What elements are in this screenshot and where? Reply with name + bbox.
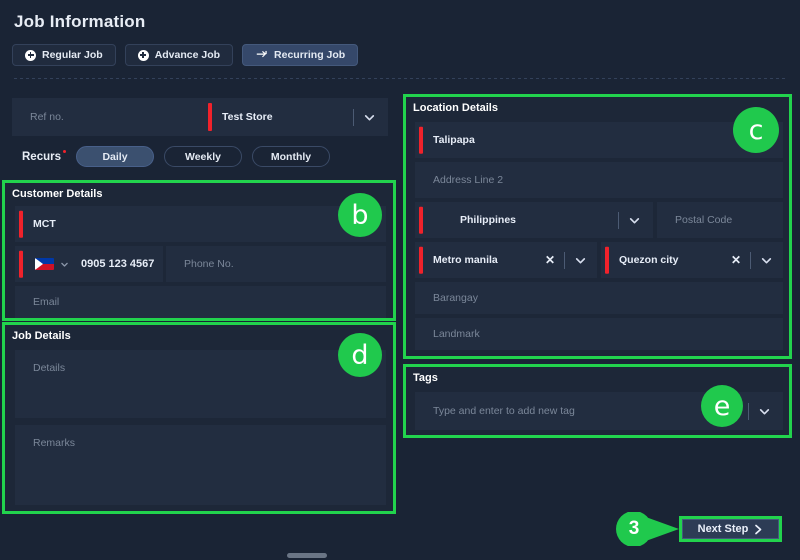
recurs-label: Recurs — [22, 149, 66, 163]
required-indicator — [19, 210, 23, 238]
ref-no-placeholder: Ref no. — [30, 111, 64, 123]
horizontal-scrollbar[interactable] — [287, 553, 327, 558]
country-select[interactable]: Philippines — [415, 202, 653, 238]
tags-panel: Tags Type and enter to add new tag e — [403, 364, 792, 438]
divider — [748, 402, 749, 420]
recurring-job-button[interactable]: Recurring Job — [242, 44, 359, 66]
barangay-placeholder: Barangay — [433, 292, 478, 304]
landmark-input[interactable]: Landmark — [415, 318, 783, 350]
recurs-option-daily[interactable]: Daily — [76, 146, 154, 167]
job-remarks-placeholder: Remarks — [33, 437, 76, 449]
country-value: Philippines — [460, 214, 517, 226]
required-indicator — [605, 246, 609, 274]
phone-number-value: 0905 123 4567 — [81, 258, 155, 270]
job-details-textarea[interactable]: Details — [15, 350, 386, 418]
alternate-phone-placeholder: Phone No. — [184, 258, 234, 270]
address-line-1-input[interactable]: Talipapa — [415, 122, 783, 158]
philippines-flag-icon — [35, 258, 54, 270]
ref-no-input[interactable]: Ref no. — [12, 98, 204, 136]
header-divider — [14, 78, 786, 79]
divider — [618, 211, 619, 229]
address-line-1-value: Talipapa — [433, 134, 475, 146]
city-select[interactable]: Quezon city ✕ — [601, 242, 783, 278]
location-details-heading: Location Details — [413, 102, 498, 114]
close-x-icon[interactable]: ✕ — [545, 254, 555, 266]
job-type-button-group: Regular Job Advance Job Recurring Job — [12, 44, 359, 66]
recurs-row: Recurs Daily Weekly Monthly — [22, 146, 330, 167]
country-postal-row: Philippines Postal Code — [415, 202, 783, 238]
ref-store-row: Ref no. Test Store — [12, 98, 388, 136]
close-x-icon[interactable]: ✕ — [731, 254, 741, 266]
divider — [750, 251, 751, 269]
email-input[interactable]: Email — [15, 286, 386, 318]
plus-circle-icon — [137, 49, 149, 61]
chevron-down-icon[interactable] — [758, 405, 771, 418]
annotation-step-number: 3 — [628, 518, 640, 539]
advance-job-label: Advance Job — [154, 49, 221, 61]
alternate-phone-input[interactable]: Phone No. — [166, 246, 386, 282]
email-placeholder: Email — [33, 296, 60, 308]
postal-code-placeholder: Postal Code — [675, 214, 733, 226]
store-select[interactable]: Test Store — [204, 98, 388, 136]
job-details-heading: Job Details — [12, 330, 71, 342]
recurs-option-weekly[interactable]: Weekly — [164, 146, 242, 167]
province-value: Metro manila — [433, 254, 498, 266]
customer-details-heading: Customer Details — [12, 188, 103, 200]
job-details-placeholder: Details — [33, 362, 66, 374]
store-value: Test Store — [222, 111, 273, 123]
province-select[interactable]: Metro manila ✕ — [415, 242, 597, 278]
required-indicator — [19, 250, 23, 278]
tags-heading: Tags — [413, 372, 438, 384]
chevron-down-icon[interactable] — [363, 111, 376, 124]
job-details-panel: Job Details Details Remarks d — [2, 322, 396, 514]
city-value: Quezon city — [619, 254, 679, 266]
page-title: Job Information — [14, 12, 146, 31]
annotation-step-3-arrow: 3 — [613, 511, 683, 547]
location-details-panel: Location Details Talipapa Address Line 2… — [403, 94, 792, 359]
plus-circle-icon — [25, 49, 36, 61]
next-step-label: Next Step — [697, 523, 749, 535]
customer-phone-row: 0905 123 4567 Phone No. — [15, 246, 386, 282]
chevron-down-icon[interactable] — [60, 260, 69, 269]
annotation-badge-b: b — [338, 193, 382, 237]
country-code-select[interactable]: 0905 123 4567 — [15, 246, 163, 282]
divider — [564, 251, 565, 269]
customer-name-input[interactable]: MCT — [15, 206, 386, 242]
next-step-highlight: Next Step — [679, 516, 782, 542]
next-step-button[interactable]: Next Step — [682, 519, 779, 539]
recurring-job-label: Recurring Job — [274, 49, 346, 61]
divider — [353, 108, 354, 126]
postal-code-input[interactable]: Postal Code — [657, 202, 783, 238]
job-remarks-textarea[interactable]: Remarks — [15, 425, 386, 505]
required-indicator — [419, 246, 423, 274]
chevron-down-icon[interactable] — [574, 254, 587, 267]
address-line-2-placeholder: Address Line 2 — [433, 174, 504, 186]
address-line-2-input[interactable]: Address Line 2 — [415, 162, 783, 198]
required-dot-icon — [62, 149, 66, 153]
required-indicator — [208, 102, 212, 132]
regular-job-button[interactable]: Regular Job — [12, 44, 116, 66]
required-indicator — [419, 126, 423, 154]
chevron-right-icon — [755, 524, 762, 534]
province-city-row: Metro manila ✕ Quezon city ✕ — [415, 242, 783, 278]
annotation-badge-d: d — [338, 333, 382, 377]
customer-details-panel: Customer Details MCT 0905 123 4567 Phone… — [2, 180, 396, 321]
landmark-placeholder: Landmark — [433, 328, 480, 340]
annotation-badge-c: c — [733, 107, 779, 153]
chevron-down-icon[interactable] — [760, 254, 773, 267]
chevron-down-icon[interactable] — [628, 214, 641, 227]
job-information-screen: Job Information Regular Job Advance Job … — [0, 0, 800, 560]
recurring-icon — [256, 50, 267, 57]
philippines-flag-icon — [433, 215, 450, 226]
tags-placeholder: Type and enter to add new tag — [433, 405, 575, 417]
recurs-option-monthly[interactable]: Monthly — [252, 146, 330, 167]
regular-job-label: Regular Job — [42, 49, 103, 61]
barangay-input[interactable]: Barangay — [415, 282, 783, 314]
advance-job-button[interactable]: Advance Job — [124, 44, 234, 66]
required-indicator — [419, 206, 423, 234]
annotation-badge-e: e — [701, 385, 743, 427]
